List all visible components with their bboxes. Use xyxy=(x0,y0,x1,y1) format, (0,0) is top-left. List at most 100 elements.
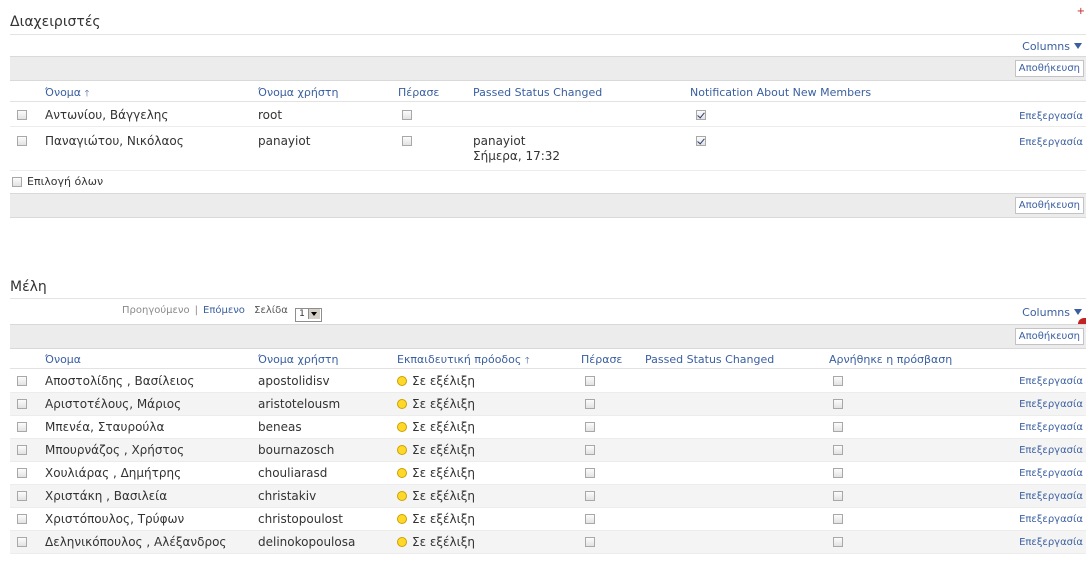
member-passed-checkbox[interactable] xyxy=(585,422,595,432)
member-passed-checkbox[interactable] xyxy=(585,514,595,524)
member-username: beneas xyxy=(258,420,302,434)
table-row: Αποστολίδης , Βασίλειος apostolidisv Σε εξ… xyxy=(10,370,1086,393)
pager-prev-link: Προηγούμενο xyxy=(122,305,190,316)
page-select[interactable]: 1 xyxy=(295,308,322,322)
in-progress-dot-icon xyxy=(397,537,407,547)
table-row: Μπενέα, Σταυρούλα beneas Σε εξέλιξη Επεξεργ… xyxy=(10,416,1086,439)
row-select-checkbox[interactable] xyxy=(17,422,27,432)
table-row: Δεληνικόπουλος , Αλέξανδρος delinokopoulo… xyxy=(10,531,1086,554)
member-edit-link[interactable]: Επεξεργασία xyxy=(1019,491,1083,502)
member-edit-link[interactable]: Επεξεργασία xyxy=(1019,376,1083,387)
member-edit-link[interactable]: Επεξεργασία xyxy=(1019,422,1083,433)
member-name: Χριστόπουλος, Τρύφων xyxy=(45,512,185,526)
caret-down-icon xyxy=(1074,309,1082,315)
member-edit-link[interactable]: Επεξεργασία xyxy=(1019,537,1083,548)
members-header-access-denied[interactable]: Αρνήθηκε η πρόσβαση xyxy=(829,353,952,366)
member-access-denied-checkbox[interactable] xyxy=(833,422,843,432)
admin-passed-checkbox[interactable] xyxy=(402,136,412,146)
member-username: apostolidisv xyxy=(258,374,330,388)
admins-save-button-top[interactable]: Αποθήκευση xyxy=(1014,60,1084,77)
member-passed-checkbox[interactable] xyxy=(585,537,595,547)
member-username: chouliarasd xyxy=(258,466,328,480)
admin-passed-checkbox[interactable] xyxy=(402,110,412,120)
row-select-checkbox[interactable] xyxy=(17,110,27,120)
members-header-passed-changed[interactable]: Passed Status Changed xyxy=(645,353,774,366)
member-access-denied-checkbox[interactable] xyxy=(833,514,843,524)
member-edit-link[interactable]: Επεξεργασία xyxy=(1019,514,1083,525)
table-row: Αριστοτέλους, Μάριος aristotelousm Σε εξέλ… xyxy=(10,393,1086,416)
row-select-checkbox[interactable] xyxy=(17,376,27,386)
member-progress: Σε εξέλιξη xyxy=(397,512,475,526)
row-select-checkbox[interactable] xyxy=(17,537,27,547)
admins-header-name[interactable]: Όνομα 🡑 xyxy=(45,86,89,102)
member-name: Μπουρνάζος , Χρήστος xyxy=(45,443,185,457)
member-passed-checkbox[interactable] xyxy=(585,445,595,455)
select-all-checkbox[interactable] xyxy=(12,177,22,187)
member-access-denied-checkbox[interactable] xyxy=(833,376,843,386)
members-header-username[interactable]: Όνομα χρήστη xyxy=(258,353,338,366)
member-progress: Σε εξέλιξη xyxy=(397,466,475,480)
row-select-checkbox[interactable] xyxy=(17,514,27,524)
members-columns-menu[interactable]: Columns xyxy=(1022,306,1082,319)
member-access-denied-checkbox[interactable] xyxy=(833,445,843,455)
member-progress: Σε εξέλιξη xyxy=(397,443,475,457)
members-save-button-top[interactable]: Αποθήκευση xyxy=(1014,328,1084,345)
row-select-checkbox[interactable] xyxy=(17,468,27,478)
member-edit-link[interactable]: Επεξεργασία xyxy=(1019,445,1083,456)
members-header-passed[interactable]: Πέρασε xyxy=(581,353,622,366)
admins-title-divider xyxy=(10,34,1086,35)
admin-notify-checkbox[interactable] xyxy=(696,110,706,120)
member-progress: Σε εξέλιξη xyxy=(397,397,475,411)
admins-header-username[interactable]: Όνομα χρήστη xyxy=(258,86,338,99)
in-progress-dot-icon xyxy=(397,491,407,501)
member-name: Μπενέα, Σταυρούλα xyxy=(45,420,165,434)
members-table-header: Όνομα Όνομα χρήστη Εκπαιδευτική πρόοδος … xyxy=(10,350,1086,369)
required-marker-icon: + xyxy=(1076,6,1085,17)
admins-section-title: Διαχειριστές xyxy=(10,14,101,30)
member-edit-link[interactable]: Επεξεργασία xyxy=(1019,468,1083,479)
admins-save-button-bottom[interactable]: Αποθήκευση xyxy=(1014,197,1084,214)
table-row: Χριστόπουλος, Τρύφων christopoulost Σε εξέ… xyxy=(10,508,1086,531)
admin-changed-at: Σήμερα, 17:32 xyxy=(473,149,561,163)
admins-header-notification[interactable]: Notification About New Members xyxy=(690,86,871,99)
row-select-checkbox[interactable] xyxy=(17,399,27,409)
pager-next-link[interactable]: Επόμενο xyxy=(203,305,245,316)
table-row: Χουλιάρας , Δημήτρης chouliarasd Σε εξέλιξ… xyxy=(10,462,1086,485)
member-edit-link[interactable]: Επεξεργασία xyxy=(1019,399,1083,410)
member-access-denied-checkbox[interactable] xyxy=(833,399,843,409)
member-name: Αριστοτέλους, Μάριος xyxy=(45,397,182,411)
member-passed-checkbox[interactable] xyxy=(585,399,595,409)
member-name: Δεληνικόπουλος , Αλέξανδρος xyxy=(45,535,227,549)
member-passed-checkbox[interactable] xyxy=(585,491,595,501)
member-access-denied-checkbox[interactable] xyxy=(833,537,843,547)
row-select-checkbox[interactable] xyxy=(17,491,27,501)
member-access-denied-checkbox[interactable] xyxy=(833,468,843,478)
admin-edit-link[interactable]: Επεξεργασία xyxy=(1019,111,1083,122)
admins-header-passed-changed[interactable]: Passed Status Changed xyxy=(473,86,602,99)
members-pager: Προηγούμενο | Επόμενο Σελίδα 1 xyxy=(122,305,322,322)
admin-notify-checkbox[interactable] xyxy=(696,136,706,146)
admins-columns-menu[interactable]: Columns xyxy=(1022,40,1082,53)
members-section-title: Μέλη xyxy=(10,279,47,295)
row-select-checkbox[interactable] xyxy=(17,445,27,455)
select-all-label: Επιλογή όλων xyxy=(27,175,104,188)
in-progress-dot-icon xyxy=(397,468,407,478)
members-columns-label: Columns xyxy=(1022,306,1070,319)
member-passed-checkbox[interactable] xyxy=(585,468,595,478)
member-passed-checkbox[interactable] xyxy=(585,376,595,386)
members-header-name[interactable]: Όνομα xyxy=(45,353,81,366)
admin-edit-link[interactable]: Επεξεργασία xyxy=(1019,137,1083,148)
member-username: aristotelousm xyxy=(258,397,341,411)
admins-header-passed[interactable]: Πέρασε xyxy=(398,86,439,99)
table-row: Μπουρνάζος , Χρήστος bournazosch Σε εξέλιξ… xyxy=(10,439,1086,462)
member-username: christopoulost xyxy=(258,512,343,526)
member-access-denied-checkbox[interactable] xyxy=(833,491,843,501)
admins-toolbar-top: Αποθήκευση xyxy=(10,56,1086,81)
row-select-checkbox[interactable] xyxy=(17,136,27,146)
admins-table-header: Όνομα 🡑 Όνομα χρήστη Πέρασε Passed Statu… xyxy=(10,83,1086,102)
members-header-progress[interactable]: Εκπαιδευτική πρόοδος 🡑 xyxy=(397,353,530,369)
table-row: Παναγιώτου, Νικόλαος panayiot panayiot Σ… xyxy=(10,127,1086,171)
member-username: bournazosch xyxy=(258,443,335,457)
in-progress-dot-icon xyxy=(397,422,407,432)
member-progress: Σε εξέλιξη xyxy=(397,374,475,388)
